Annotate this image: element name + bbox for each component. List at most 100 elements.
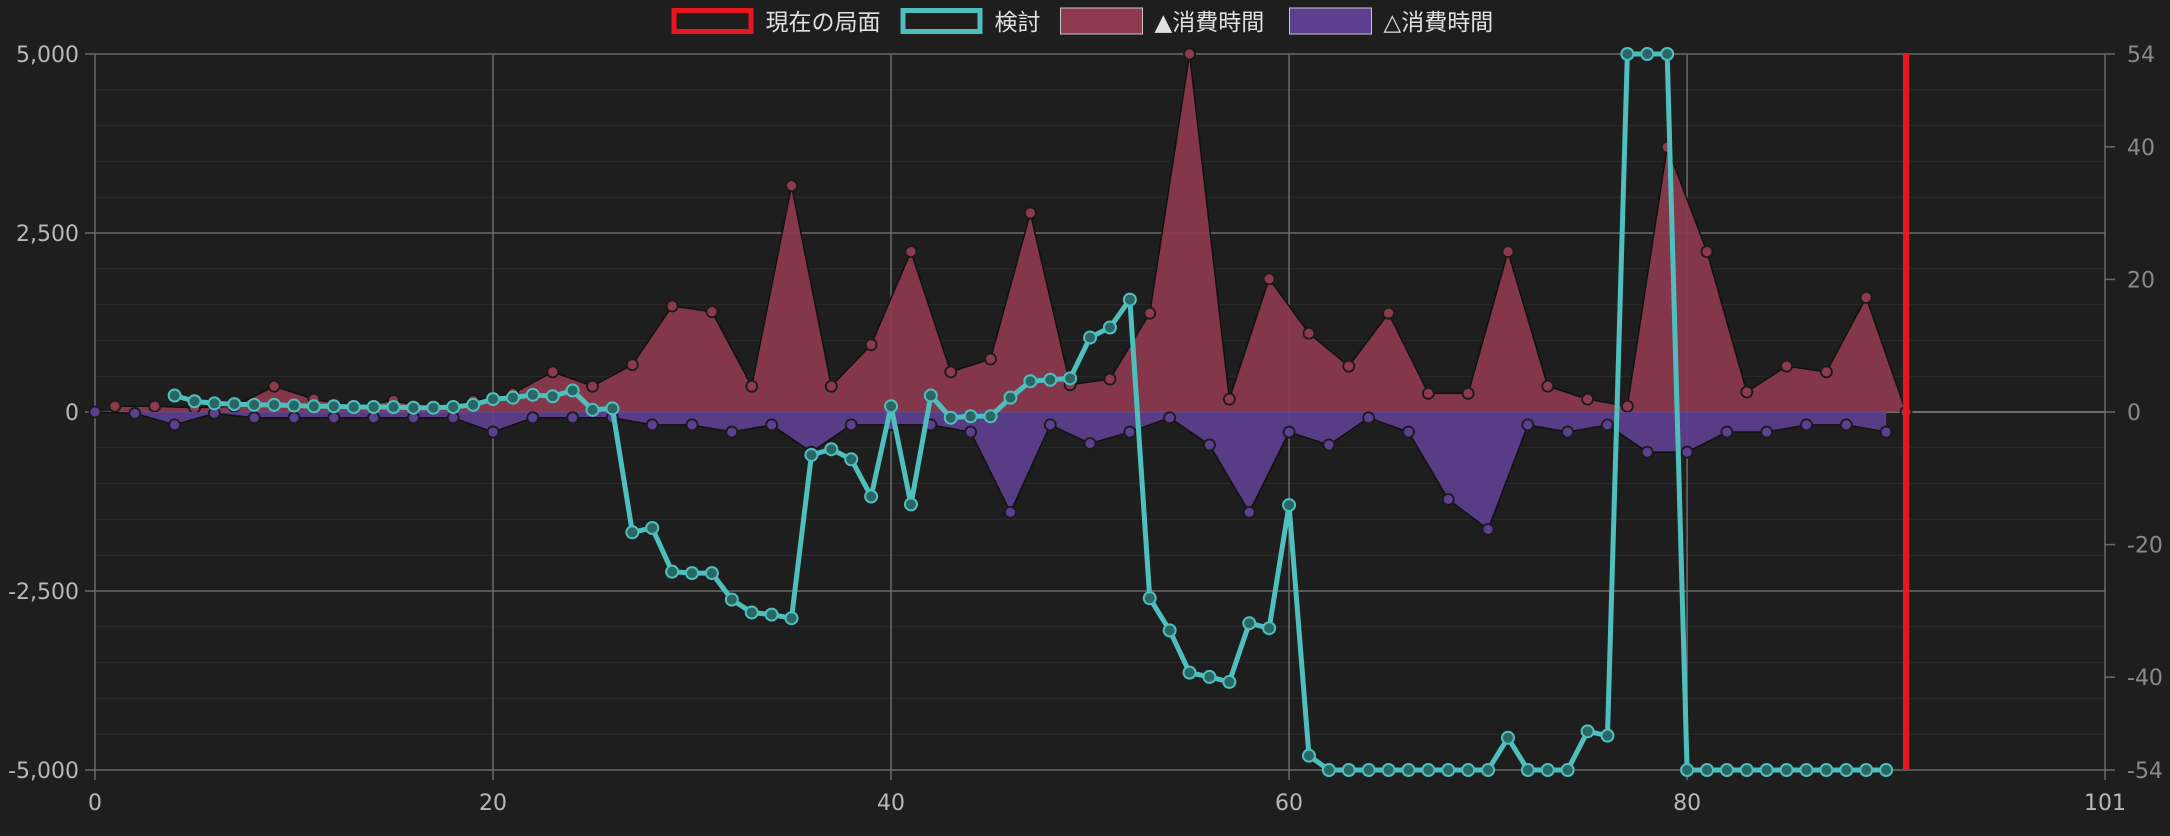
evaluation-point[interactable]	[227, 397, 242, 412]
evaluation-point[interactable]	[1441, 763, 1456, 777]
evaluation-point[interactable]	[1162, 623, 1177, 638]
evaluation-point[interactable]	[1262, 621, 1277, 636]
evaluation-point[interactable]	[585, 402, 600, 417]
evaluation-point[interactable]	[983, 409, 998, 424]
evaluation-point[interactable]	[545, 389, 560, 404]
evaluation-point[interactable]	[784, 611, 799, 626]
area-point[interactable]	[287, 411, 301, 425]
evaluation-point[interactable]	[187, 394, 202, 409]
area-point[interactable]	[128, 407, 142, 420]
evaluation-point[interactable]	[426, 400, 441, 415]
area-point[interactable]	[725, 425, 739, 439]
evaluation-point[interactable]	[1202, 669, 1217, 684]
evaluation-point[interactable]	[326, 399, 341, 414]
evaluation-point[interactable]	[1421, 763, 1436, 777]
evaluation-point[interactable]	[804, 447, 819, 462]
evaluation-point[interactable]	[1680, 763, 1695, 777]
area-point[interactable]	[1402, 425, 1415, 439]
evaluation-point[interactable]	[1043, 372, 1058, 387]
area-point[interactable]	[1859, 291, 1873, 304]
area-point[interactable]	[1183, 47, 1196, 61]
area-point[interactable]	[904, 245, 918, 259]
area-point[interactable]	[1581, 392, 1594, 406]
evaluation-point[interactable]	[884, 399, 899, 414]
evaluation-point[interactable]	[1500, 730, 1515, 745]
evaluation-point[interactable]	[1799, 763, 1814, 777]
area-point[interactable]	[864, 338, 878, 352]
area-point[interactable]	[705, 305, 719, 319]
area-point[interactable]	[844, 418, 858, 432]
area-point[interactable]	[1640, 445, 1654, 459]
evaluation-point[interactable]	[565, 383, 580, 398]
area-point[interactable]	[526, 411, 540, 425]
area-point[interactable]	[1023, 206, 1037, 220]
evaluation-point[interactable]	[963, 409, 978, 424]
evaluation-point[interactable]	[1640, 47, 1655, 61]
area-point[interactable]	[1700, 245, 1714, 259]
legend-item[interactable]: △消費時間	[1289, 7, 1494, 36]
area-point[interactable]	[1481, 523, 1495, 536]
evaluation-point[interactable]	[486, 392, 501, 407]
evaluation-point[interactable]	[1879, 763, 1894, 777]
evaluation-point[interactable]	[346, 399, 361, 414]
evaluation-point[interactable]	[1063, 371, 1078, 386]
area-point[interactable]	[148, 399, 162, 413]
evaluation-point[interactable]	[764, 607, 779, 622]
area-point[interactable]	[944, 365, 958, 379]
area-point[interactable]	[168, 418, 182, 432]
area-point[interactable]	[1302, 326, 1316, 340]
evaluation-point[interactable]	[1461, 763, 1476, 777]
evaluation-point[interactable]	[505, 390, 520, 405]
evaluation-point[interactable]	[1719, 763, 1734, 777]
area-point[interactable]	[1501, 245, 1515, 259]
area-point[interactable]	[1203, 438, 1216, 452]
evaluation-point[interactable]	[665, 564, 680, 579]
area-point[interactable]	[1043, 418, 1057, 432]
evaluation-point[interactable]	[466, 397, 481, 412]
evaluation-point[interactable]	[1023, 374, 1038, 389]
evaluation-point[interactable]	[1282, 498, 1297, 513]
evaluation-point[interactable]	[1699, 763, 1714, 777]
area-point[interactable]	[1421, 386, 1435, 400]
evaluation-point[interactable]	[386, 399, 401, 414]
area-point[interactable]	[1521, 418, 1535, 432]
evaluation-point[interactable]	[824, 442, 839, 457]
evaluation-point[interactable]	[1759, 763, 1774, 777]
area-point[interactable]	[1322, 438, 1336, 452]
evaluation-point[interactable]	[923, 388, 938, 403]
area-point[interactable]	[1123, 425, 1137, 439]
area-point[interactable]	[327, 411, 341, 425]
evaluation-point[interactable]	[207, 396, 222, 411]
evaluation-point[interactable]	[625, 525, 640, 540]
area-point[interactable]	[1163, 411, 1177, 425]
area-point[interactable]	[88, 405, 102, 419]
evaluation-point[interactable]	[605, 401, 620, 416]
evaluation-point[interactable]	[1083, 330, 1098, 345]
evaluation-point[interactable]	[1381, 763, 1396, 777]
evaluation-point[interactable]	[844, 452, 859, 467]
area-point[interactable]	[1800, 418, 1813, 432]
evaluation-point[interactable]	[1142, 591, 1157, 606]
area-point[interactable]	[566, 411, 580, 425]
area-point[interactable]	[1601, 418, 1614, 432]
area-point[interactable]	[1242, 505, 1256, 519]
area-point[interactable]	[1262, 272, 1276, 286]
area-point[interactable]	[645, 418, 659, 432]
area-point[interactable]	[1780, 359, 1793, 373]
area-point[interactable]	[685, 418, 699, 432]
evaluation-point[interactable]	[1341, 763, 1356, 777]
evaluation-point[interactable]	[1003, 390, 1018, 405]
evaluation-point[interactable]	[1520, 763, 1535, 777]
area-point[interactable]	[1362, 411, 1376, 425]
area-point[interactable]	[486, 425, 500, 439]
area-point[interactable]	[824, 379, 838, 393]
evaluation-point[interactable]	[943, 410, 958, 425]
evaluation-point[interactable]	[1540, 763, 1555, 777]
evaluation-point[interactable]	[1839, 763, 1854, 777]
evaluation-point[interactable]	[366, 399, 381, 414]
evaluation-point[interactable]	[903, 497, 918, 512]
evaluation-point[interactable]	[446, 399, 461, 414]
evaluation-point[interactable]	[287, 398, 302, 413]
area-point[interactable]	[1720, 425, 1734, 439]
area-point[interactable]	[586, 379, 599, 393]
